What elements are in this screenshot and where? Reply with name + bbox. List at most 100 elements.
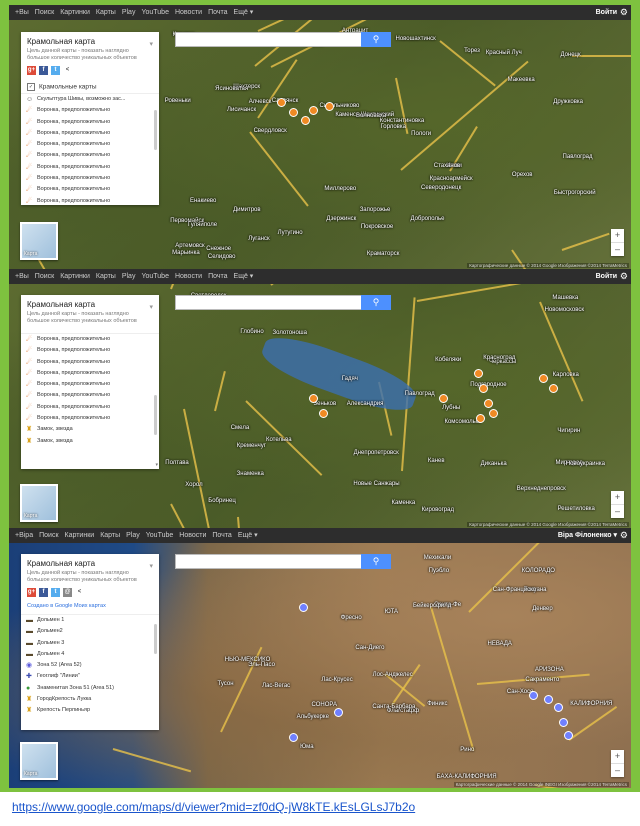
gbar-item[interactable]: Картинки [65,532,95,539]
list-item[interactable]: ☄ Воронка, предположительно [21,150,159,161]
map-marker[interactable] [554,703,563,712]
list-item[interactable]: ☄ Воронка, предположительно [21,402,159,413]
search-button[interactable]: ⚲ [361,32,391,47]
scrollbar[interactable] [154,624,157,654]
map-marker[interactable] [301,116,310,125]
search-input[interactable] [175,554,361,569]
map-marker[interactable] [474,369,483,378]
map-marker[interactable] [479,384,488,393]
map-marker[interactable] [289,108,298,117]
twitter-icon[interactable]: t [51,588,60,597]
share-icon[interactable]: < [75,588,84,597]
map-marker[interactable] [564,731,573,740]
list-item[interactable]: ☄ Воронка, предположительно [21,139,159,150]
list-item[interactable]: ☄ Воронка, предположительно [21,357,159,368]
map-marker[interactable] [476,414,485,423]
search-button[interactable]: ⚲ [361,295,391,310]
gbar-item[interactable]: +Віра [15,532,33,539]
gbar-item[interactable]: Play [122,9,136,16]
share-icon[interactable]: < [63,66,72,75]
checkbox-icon[interactable]: ✓ [27,83,35,91]
gbar-item[interactable]: Картинки [60,9,90,16]
scrollbar[interactable] [154,110,157,150]
gbar-item[interactable]: YouTube [146,532,174,539]
user-menu[interactable]: Віра Філоненко ▾ [558,528,617,543]
map-marker[interactable] [484,399,493,408]
map-marker[interactable] [334,708,343,717]
login-button[interactable]: Войти [596,269,617,284]
map-marker[interactable] [544,695,553,704]
facebook-icon[interactable]: f [39,66,48,75]
list-item[interactable]: ♜ Замок, звезда [21,436,159,447]
gear-icon[interactable]: ⚙ [620,528,628,543]
gbar-item[interactable]: Поиск [35,273,54,280]
gbar-item[interactable]: Новости [175,9,202,16]
map-thumbnail-toggle[interactable]: Карта [20,742,58,780]
gbar-item[interactable]: Ещё ▾ [238,532,258,539]
created-by-link[interactable]: Создано в Google Моих картах [21,601,159,611]
map-marker[interactable] [529,691,538,700]
list-item[interactable]: ☺ Скульптура Шивы, возможно зас... [21,94,159,105]
gbar-item[interactable]: Карты [100,532,120,539]
gbar-item[interactable]: YouTube [141,273,169,280]
zoom-out-button[interactable]: – [611,505,624,518]
layer-header[interactable]: ✓ Крамольные карты [21,79,159,93]
map-marker[interactable] [539,374,548,383]
map-marker[interactable] [559,718,568,727]
list-item[interactable]: ☄ Воронка, предположительно [21,117,159,128]
scroll-down-icon[interactable]: ▾ [155,462,158,468]
facebook-icon[interactable]: f [39,588,48,597]
gbar-item[interactable]: Почта [212,532,231,539]
list-item[interactable]: ◉ Зона 52 (Area 52) [21,660,159,671]
list-item[interactable]: ☄ Воронка, предположительно [21,196,159,207]
map-marker[interactable] [439,394,448,403]
gbar-item[interactable]: Play [122,273,136,280]
gbar-item[interactable]: Новости [179,532,206,539]
gbar-item[interactable]: Поиск [39,532,58,539]
search-input[interactable] [175,32,361,47]
list-item[interactable]: ☄ Воронка, предположительно [21,105,159,116]
gbar-item[interactable]: Почта [208,273,227,280]
zoom-in-button[interactable]: + [611,229,624,242]
map-marker[interactable] [489,409,498,418]
source-url-link[interactable]: https://www.google.com/maps/d/viewer?mid… [12,800,415,814]
search-input[interactable] [175,295,361,310]
map-marker[interactable] [277,98,286,107]
gbar-item[interactable]: Новости [175,273,202,280]
chevron-down-icon[interactable]: ▾ [149,40,153,48]
gbar-item[interactable]: Картинки [60,273,90,280]
list-item[interactable]: ☄ Воронка, предположительно [21,334,159,345]
mail-icon[interactable]: @ [63,588,72,597]
gbar-item[interactable]: Play [126,532,140,539]
map-marker[interactable] [309,106,318,115]
map-thumbnail-toggle[interactable]: Карта [20,222,58,260]
google-plus-icon[interactable]: g+ [27,66,36,75]
list-item[interactable]: ☄ Воронка, предположительно [21,345,159,356]
gear-icon[interactable]: ⚙ [620,5,628,20]
zoom-out-button[interactable]: – [611,243,624,256]
list-item[interactable]: ☄ Воронка, предположительно [21,379,159,390]
gbar-item[interactable]: Ещё ▾ [234,273,254,280]
gbar-item[interactable]: +Вы [15,273,29,280]
gbar-item[interactable]: Почта [208,9,227,16]
list-item[interactable]: ✚ Геоглиф "Линии" [21,671,159,682]
chevron-down-icon[interactable]: ▾ [149,562,153,570]
list-item[interactable]: ☄ Воронка, предположительно [21,368,159,379]
list-item[interactable]: ● Знаменитая Зона 51 (Area 51) [21,683,159,694]
gbar-item[interactable]: Карты [96,273,116,280]
gbar-item[interactable]: Ещё ▾ [234,9,254,16]
map-marker[interactable] [549,384,558,393]
list-item[interactable]: ☄ Воронка, предположительно [21,173,159,184]
list-item[interactable]: ☄ Воронка, предположительно [21,390,159,401]
list-item[interactable]: ☄ Воронка, предположительно [21,162,159,173]
list-item[interactable]: ☄ Воронка, предположительно [21,413,159,424]
zoom-in-button[interactable]: + [611,750,624,763]
list-item[interactable]: ☄ Воронка, предположительно [21,184,159,195]
list-item[interactable]: ☄ Воронка, предположительно [21,128,159,139]
gbar-item[interactable]: Карты [96,9,116,16]
chevron-down-icon[interactable]: ▾ [149,303,153,311]
scrollbar[interactable] [154,395,157,435]
list-item[interactable]: ♜ ГородКрепость Лукка [21,694,159,705]
list-item[interactable]: ▬ Дольмен 3 [21,638,159,649]
search-button[interactable]: ⚲ [361,554,391,569]
